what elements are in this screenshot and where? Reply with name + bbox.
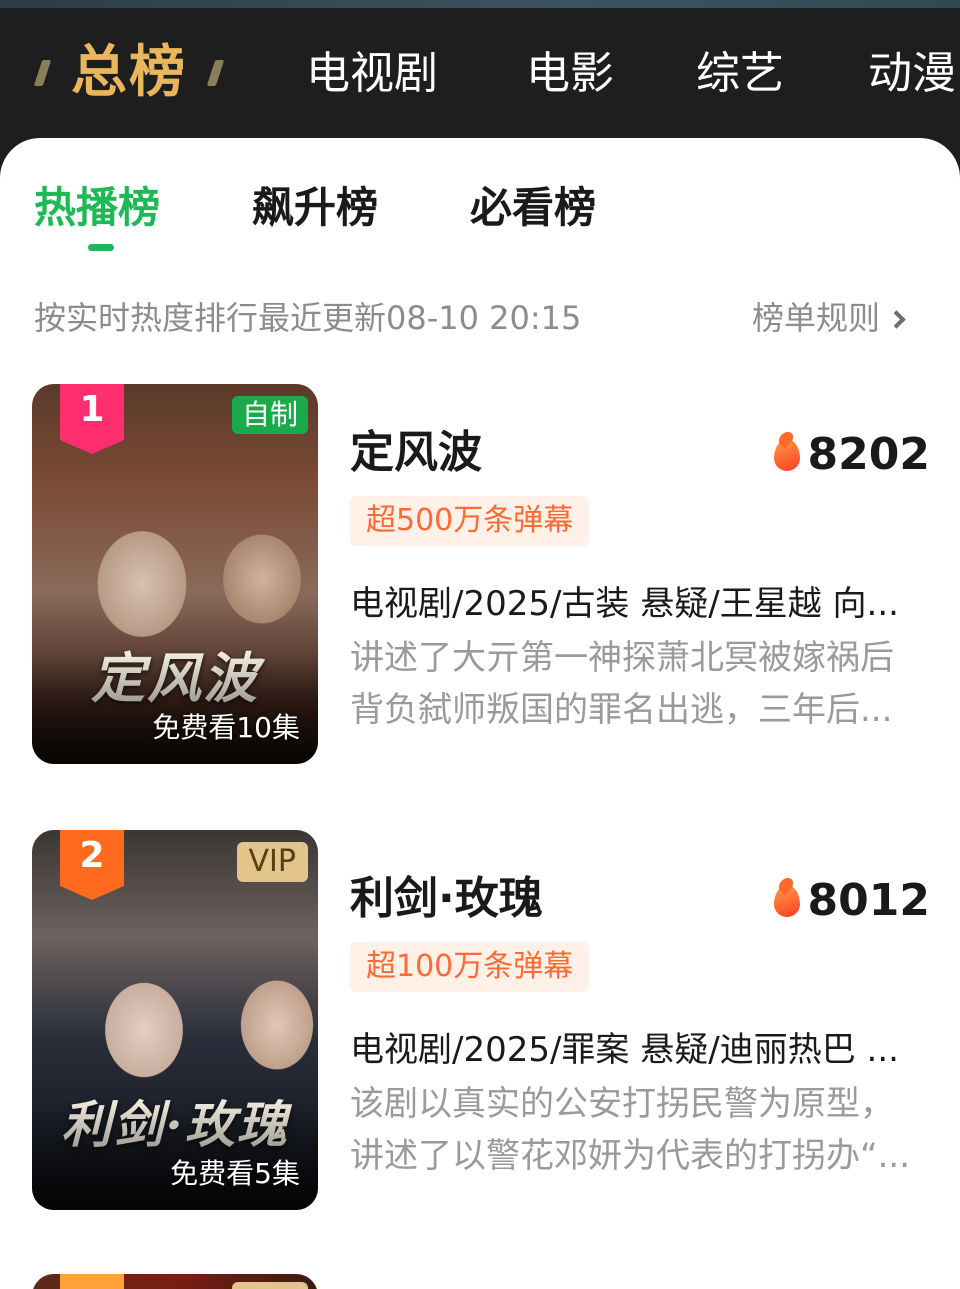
chevron-right-icon — [887, 309, 906, 329]
nav-tab-overall-label: 总榜 — [71, 40, 187, 105]
poster-image[interactable]: 利剑·玫瑰 免费看5集 2 VIP — [32, 830, 318, 1210]
danmu-badge: 超500万条弹幕 — [350, 496, 590, 546]
rank-badge: 1 — [60, 384, 124, 454]
heat-score: 8012 — [773, 875, 930, 926]
active-tab-indicator — [88, 244, 114, 251]
nav-tab-tv[interactable]: 电视剧 — [306, 46, 438, 102]
nav-tab-movie[interactable]: 电影 — [526, 46, 614, 102]
heat-value: 8012 — [807, 875, 930, 926]
free-episodes-label: 免费看10集 — [152, 711, 300, 744]
rules-link-label: 榜单规则 — [752, 299, 881, 337]
heat-score: 8202 — [773, 429, 930, 480]
show-meta: 电视剧/2025/罪案 悬疑/迪丽热巴 ... — [350, 1030, 899, 1070]
flame-icon — [773, 885, 800, 917]
poster-image[interactable]: 定风波 免费看10集 1 自制 — [32, 384, 318, 764]
heat-value: 8202 — [807, 429, 930, 480]
show-title[interactable]: 利剑·玫瑰 — [350, 870, 543, 928]
rank-badge-peek — [60, 1274, 124, 1289]
vip-tag: VIP — [236, 842, 308, 882]
top-category-nav: 总榜 电视剧 电影 综艺 动漫 — [0, 8, 960, 140]
next-item-peek[interactable] — [32, 1274, 318, 1289]
free-episodes-label: 免费看5集 — [170, 1157, 300, 1190]
slash-decoration-left — [33, 60, 52, 86]
list-item[interactable]: 利剑·玫瑰 免费看5集 2 VIP 利剑·玫瑰 8012 超100万条弹幕 电视… — [0, 830, 960, 1210]
list-item[interactable]: 定风波 免费看10集 1 自制 定风波 8202 超500万条弹幕 电视剧/20… — [0, 384, 960, 764]
show-description: 讲述了大亓第一神探萧北冥被嫁祸后背负弑师叛国的罪名出逃，三年后... — [350, 638, 894, 730]
show-description: 该剧以真实的公安打拐民警为原型，讲述了以警花邓妍为代表的打拐办“... — [350, 1084, 911, 1176]
rules-link[interactable]: 榜单规则 — [752, 296, 906, 340]
rank-badge: 2 — [60, 830, 124, 900]
tab-must-watch[interactable]: 必看榜 — [470, 180, 596, 236]
tag-peek — [232, 1282, 308, 1289]
tab-rising[interactable]: 飙升榜 — [252, 180, 378, 236]
nav-tab-variety[interactable]: 综艺 — [696, 46, 784, 102]
update-info: 按实时热度排行最近更新08-10 20:15 — [34, 299, 582, 337]
show-meta: 电视剧/2025/古装 悬疑/王星越 向... — [350, 584, 899, 624]
original-tag: 自制 — [231, 396, 308, 434]
danmu-badge: 超100万条弹幕 — [350, 942, 590, 992]
tab-hot[interactable]: 热播榜 — [34, 180, 160, 236]
slash-decoration-right — [206, 60, 225, 86]
nav-tab-overall[interactable]: 总榜 — [33, 38, 225, 108]
ranking-sheet: 热播榜 飙升榜 必看榜 按实时热度排行最近更新08-10 20:15 榜单规则 … — [0, 138, 960, 1289]
status-strip — [0, 0, 960, 8]
flame-icon — [773, 439, 800, 471]
show-title[interactable]: 定风波 — [350, 424, 482, 482]
nav-tab-anime[interactable]: 动漫 — [868, 46, 956, 102]
